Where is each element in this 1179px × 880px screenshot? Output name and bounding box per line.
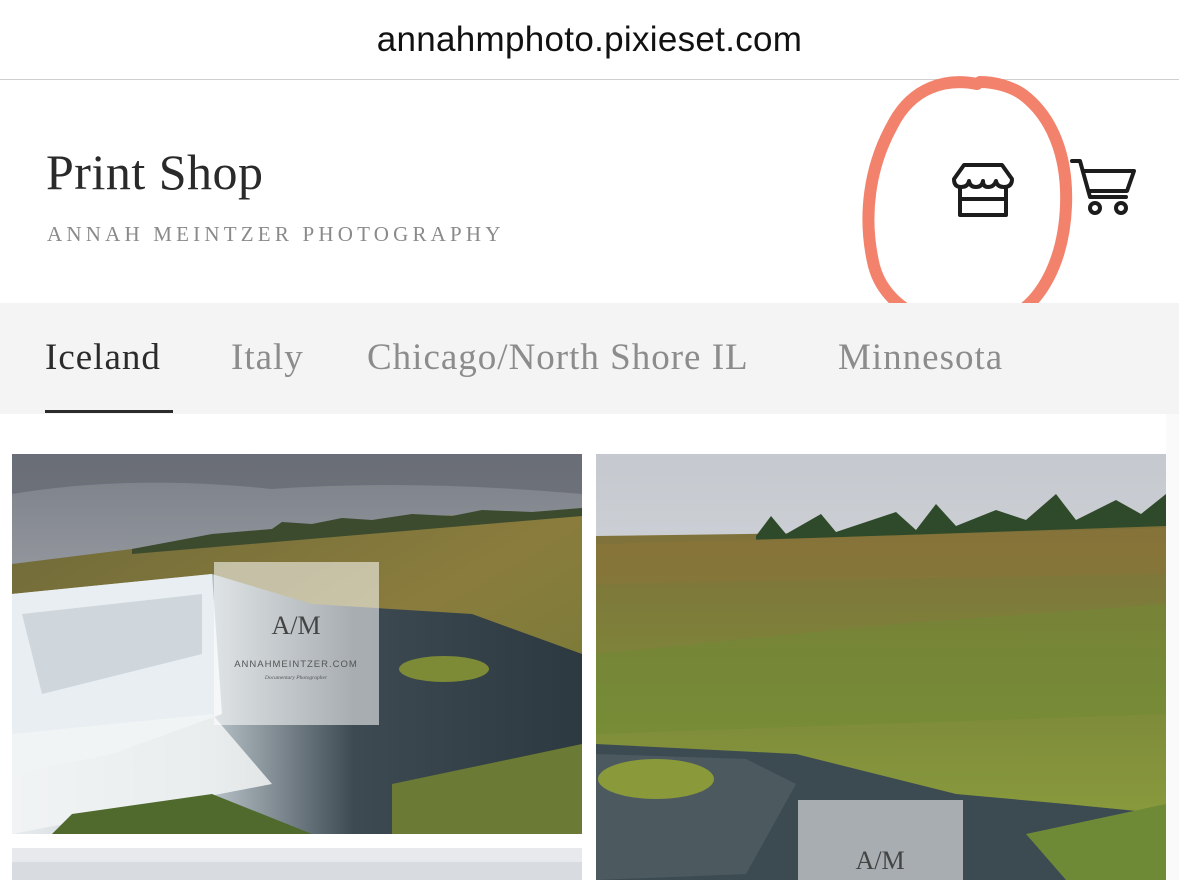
gallery-photo-partial[interactable] [12, 848, 582, 880]
category-tabs: Iceland Italy Chicago/North Shore IL Min… [0, 303, 1179, 414]
site-header: Print Shop ANNAH MEINTZER PHOTOGRAPHY [0, 81, 1179, 303]
gallery-photo-waterfall[interactable]: A/M ANNAHMEINTZER.COM Documentary Photog… [12, 454, 582, 834]
storefront-icon[interactable] [950, 157, 1016, 221]
watermark-monogram: A/M [855, 846, 904, 875]
watermark-tagline: Documentary Photographer [264, 675, 328, 681]
tab-minnesota[interactable]: Minnesota [838, 336, 1003, 379]
tab-iceland[interactable]: Iceland [45, 336, 161, 379]
page-title[interactable]: Print Shop [46, 143, 264, 201]
active-tab-indicator [45, 410, 173, 413]
watermark: A/M [798, 800, 963, 880]
shopping-cart-icon[interactable] [1070, 157, 1140, 219]
browser-url-bar[interactable]: annahmphoto.pixieset.com [0, 0, 1179, 80]
watermark-site: ANNAHMEINTZER.COM [234, 659, 358, 670]
tab-chicago-north-shore[interactable]: Chicago/North Shore IL [367, 336, 749, 379]
scrollbar[interactable] [1166, 414, 1179, 880]
gallery-photo-river[interactable]: A/M [596, 454, 1166, 880]
url-text[interactable]: annahmphoto.pixieset.com [377, 20, 803, 60]
page-subtitle: ANNAH MEINTZER PHOTOGRAPHY [47, 222, 505, 246]
watermark: A/M ANNAHMEINTZER.COM Documentary Photog… [214, 562, 379, 725]
watermark-monogram: A/M [271, 611, 320, 640]
tab-italy[interactable]: Italy [231, 336, 304, 379]
